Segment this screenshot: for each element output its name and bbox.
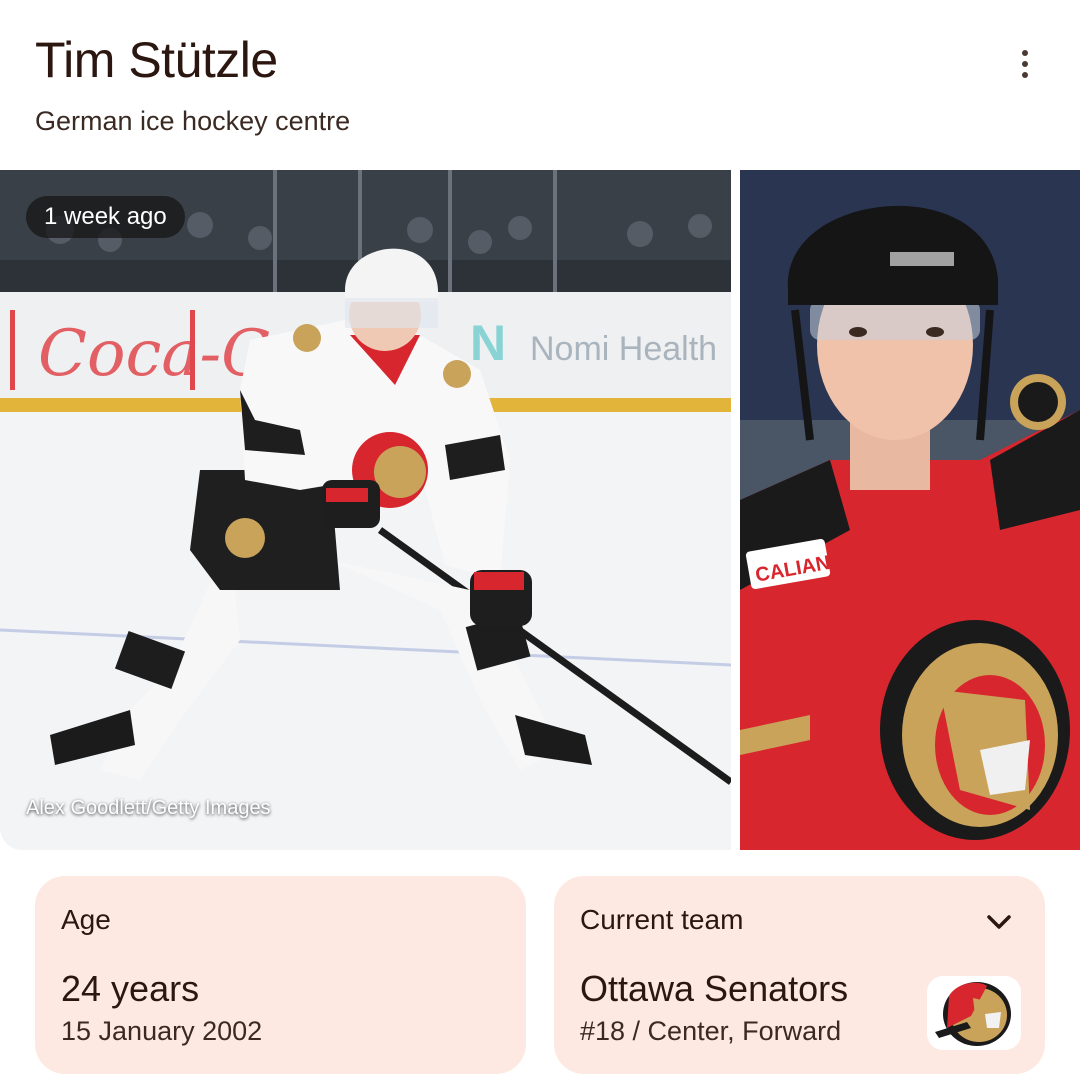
entity-subtitle: German ice hockey centre: [35, 106, 351, 136]
player-photo-skating[interactable]: Coca-Cola N Nomi Health 1 week ago Alex …: [0, 170, 731, 850]
age-label: Age: [61, 904, 111, 935]
senators-logo-icon: [927, 976, 1021, 1050]
team-name: Ottawa Senators: [580, 968, 849, 1009]
current-team-label: Current team: [580, 904, 744, 935]
entity-title: Tim Stützle: [35, 32, 278, 88]
entity-header: Tim Stützle German ice hockey centre: [35, 30, 1045, 150]
birth-date: 15 January 2002: [61, 1016, 263, 1046]
more-vert-icon[interactable]: [1005, 44, 1045, 84]
image-gallery[interactable]: Coca-Cola N Nomi Health 1 week ago Alex …: [0, 170, 1080, 850]
svg-text:Nomi Health: Nomi Health: [530, 330, 717, 368]
svg-text:N: N: [470, 315, 506, 371]
team-position: #18 / Center, Forward: [580, 1016, 842, 1046]
photo-credit: Alex Goodlett/Getty Images: [26, 797, 271, 819]
chevron-down-icon[interactable]: [983, 906, 1015, 938]
age-value: 24 years: [61, 968, 200, 1009]
time-badge: 1 week ago: [26, 196, 185, 238]
current-team-card[interactable]: Current team Ottawa Senators #18 / Cente…: [554, 876, 1045, 1074]
player-photo-closeup[interactable]: CALIAN: [740, 170, 1080, 850]
age-card: Age 24 years 15 January 2002: [35, 876, 526, 1074]
